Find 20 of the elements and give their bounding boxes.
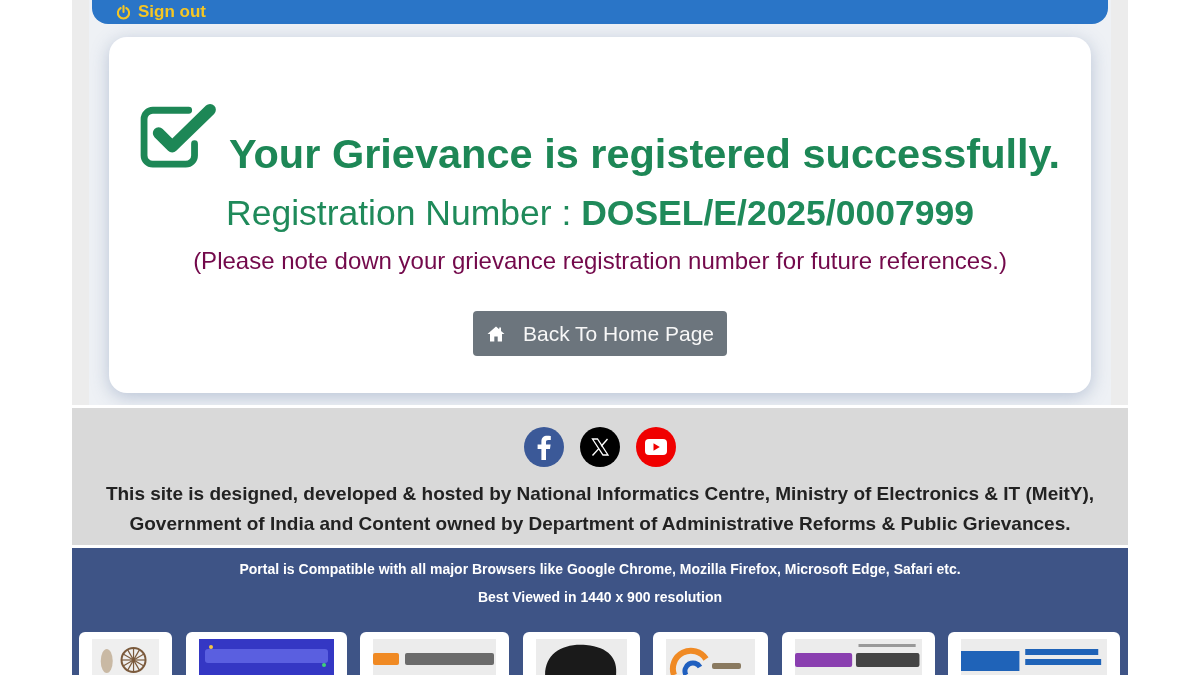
checked-box-icon	[139, 102, 218, 168]
logo-image	[92, 639, 159, 675]
logo-link[interactable]	[185, 632, 347, 675]
resolution-text: Best Viewed in 1440 x 900 resolution	[477, 588, 723, 607]
facebook-icon[interactable]	[524, 427, 564, 467]
logo-link[interactable]	[653, 632, 768, 675]
logo-link[interactable]	[79, 632, 172, 675]
sign-out-link[interactable]: Sign out	[116, 2, 206, 22]
logo-link[interactable]	[781, 632, 935, 675]
logo-link[interactable]	[522, 632, 640, 675]
compatibility-text: Portal is Compatible with all major Browsers like Google Chrome, Mozilla Firefox, Microsoft Edge, Safari etc.	[239, 560, 961, 579]
power-icon	[116, 4, 131, 20]
x-logo-icon[interactable]	[580, 427, 620, 467]
back-to-home-button[interactable]: Back To Home Page	[472, 311, 728, 356]
registration-number-text: Registration Number : DOSEL/E/2025/0007999	[226, 192, 974, 234]
success-heading: Your Grievance is registered successfully.	[228, 132, 1061, 176]
home-icon	[486, 325, 505, 342]
credits-text: This site is designed, developed & hosted by National Informatics Centre, Ministry of Electronics & IT (MeitY), Government of India and Content owned by Department of Administrative Reforms & Public Grievances.	[104, 482, 1096, 536]
note-text: (Please note down your grievance registration number for future references.)	[193, 246, 1007, 276]
youtube-icon[interactable]	[636, 427, 676, 467]
